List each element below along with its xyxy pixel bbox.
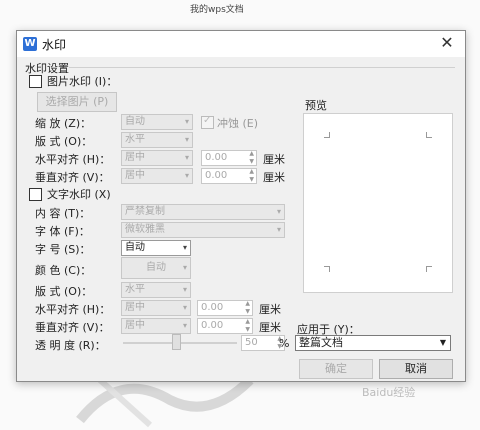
preview-pane <box>303 113 453 293</box>
document-title: 我的wps文档 <box>190 5 244 15</box>
watermark-logo: Baidu经验 <box>362 386 416 399</box>
washout-label: 冲蚀 (E) <box>217 117 259 130</box>
color-label: 颜 色 (C)： <box>35 264 92 277</box>
picture-valign-label: 垂直对齐 (V)： <box>35 171 110 184</box>
text-watermark-checkbox[interactable] <box>29 188 42 201</box>
transparency-label: 透 明 度 (R)： <box>35 339 106 352</box>
color-picker[interactable]: 自动 ▾ <box>121 257 191 279</box>
picture-halign-unit: 厘米 <box>263 153 285 166</box>
checkmark-icon: ✓ <box>203 115 212 126</box>
scale-select[interactable]: 自动 ▾ <box>121 114 193 130</box>
picture-halign-label: 水平对齐 (H)： <box>35 153 111 166</box>
cancel-button[interactable]: 取消 <box>379 359 453 379</box>
text-valign-label: 垂直对齐 (V)： <box>35 321 110 334</box>
font-select[interactable]: 微软雅黑 ▾ <box>121 222 285 238</box>
picture-halign-select[interactable]: 居中 ▾ <box>121 150 193 166</box>
picture-layout-select[interactable]: 水平 ▾ <box>121 132 193 148</box>
ok-button[interactable]: 确定 <box>299 359 373 379</box>
font-label: 字 体 (F)： <box>35 225 90 238</box>
text-halign-label: 水平对齐 (H)： <box>35 303 111 316</box>
picture-layout-label: 版 式 (O)： <box>35 135 93 148</box>
picture-valign-unit: 厘米 <box>263 171 285 184</box>
picture-watermark-checkbox[interactable] <box>29 75 42 88</box>
scale-label: 缩 放 (Z)： <box>35 117 92 130</box>
washout-checkbox[interactable]: ✓ <box>201 115 214 129</box>
text-layout-select[interactable]: 水平 ▾ <box>121 282 191 298</box>
text-watermark-label: 文字水印 (X) <box>47 188 111 201</box>
text-halign-offset[interactable]: 0.00 ▲ ▼ <box>197 300 253 316</box>
text-halign-select[interactable]: 居中 ▾ <box>121 300 191 316</box>
preview-corner-mark <box>324 266 330 272</box>
text-valign-unit: 厘米 <box>259 321 281 334</box>
size-select[interactable]: 自动 ▾ <box>121 240 191 256</box>
content-label: 内 容 (T)： <box>35 207 91 220</box>
dialog-title: 水印 <box>42 38 67 52</box>
watermark-dialog: W 水印 ✕ 水印设置 图片水印 (I)： 选择图片 (P) 缩 放 (Z)： … <box>16 30 466 382</box>
preview-corner-mark <box>324 132 330 138</box>
dialog-titlebar[interactable]: W 水印 ✕ <box>17 31 465 57</box>
text-valign-offset[interactable]: 0.00 ▲ ▼ <box>197 318 253 334</box>
transparency-slider-handle[interactable] <box>172 334 181 350</box>
select-picture-button[interactable]: 选择图片 (P) <box>37 92 117 112</box>
preview-corner-mark <box>426 266 432 272</box>
content-select[interactable]: 严禁复制 ▾ <box>121 204 285 220</box>
wps-app-icon: W <box>23 37 37 51</box>
close-icon[interactable]: ✕ <box>437 33 457 53</box>
text-valign-select[interactable]: 居中 ▾ <box>121 318 191 334</box>
apply-to-select[interactable]: 整篇文档 ▼ <box>295 335 451 351</box>
text-halign-unit: 厘米 <box>259 303 281 316</box>
picture-valign-offset[interactable]: 0.00 ▲ ▼ <box>201 168 257 184</box>
size-label: 字 号 (S)： <box>35 243 91 256</box>
preview-label: 预览 <box>305 99 327 112</box>
picture-valign-select[interactable]: 居中 ▾ <box>121 168 193 184</box>
picture-halign-offset[interactable]: 0.00 ▲ ▼ <box>201 150 257 166</box>
preview-corner-mark <box>426 132 432 138</box>
picture-watermark-label: 图片水印 (I)： <box>47 75 118 88</box>
transparency-unit: % <box>279 337 290 350</box>
section-divider <box>69 67 455 68</box>
text-layout-label: 版 式 (O)： <box>35 285 93 298</box>
